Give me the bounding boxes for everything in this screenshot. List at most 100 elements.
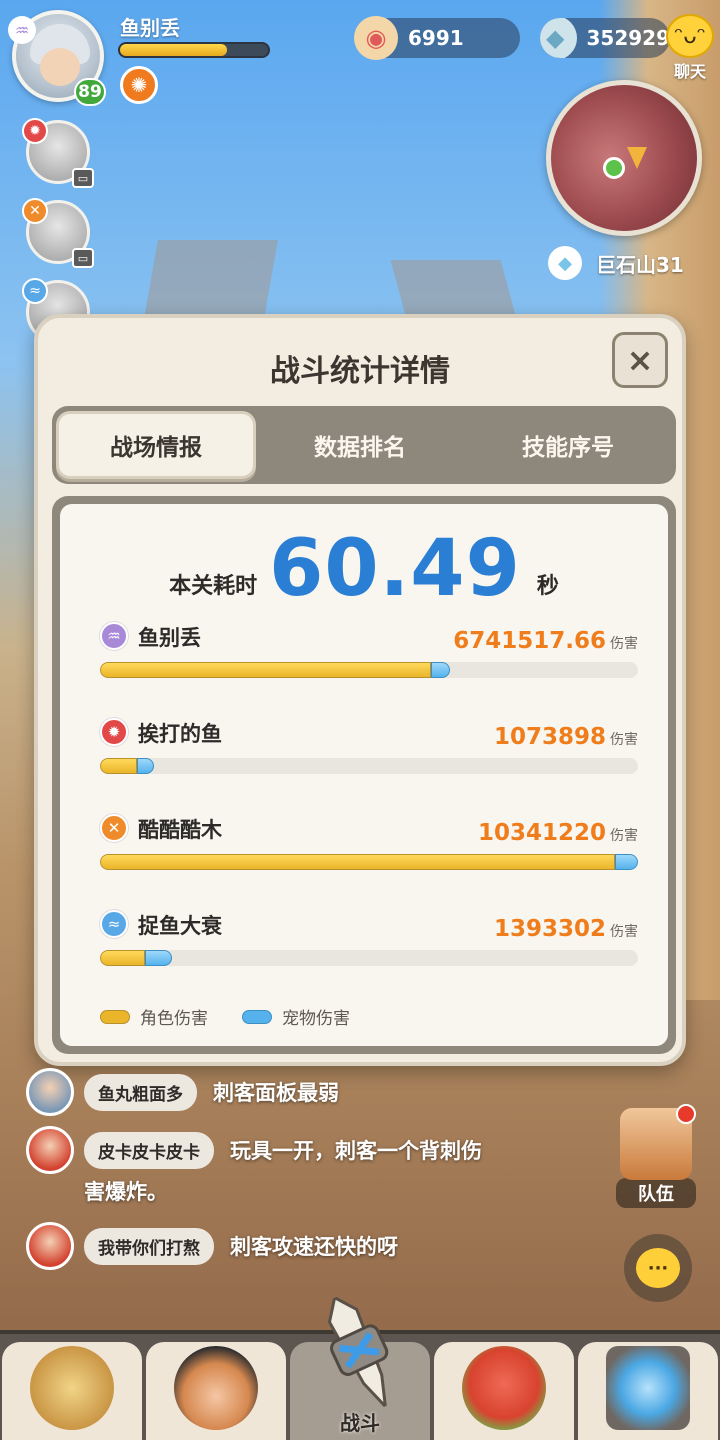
character-damage-fill [100, 758, 137, 774]
chat-avatar[interactable] [26, 1222, 74, 1270]
battle-stats-modal: 战斗统计详情 × 战场情报 数据排名 技能序号 本关耗时 60.49 秒 ♒ 鱼… [34, 314, 686, 1066]
damage-bar [100, 854, 638, 870]
water-wave-icon: ≈ [22, 278, 48, 304]
chat-face-icon: ᵔᴗᵔ [666, 14, 714, 58]
pet-damage-fill [144, 950, 172, 966]
legend-swatch-character [100, 1009, 130, 1024]
player-row-name: 挨打的鱼 [138, 722, 222, 746]
pet-damage-fill [136, 758, 155, 774]
chat-sender-tag[interactable]: 鱼丸粗面多 [84, 1073, 197, 1111]
tab-battlefield-intel[interactable]: 战场情报 [56, 411, 256, 479]
teammate-screen-icon: ▭ [72, 248, 94, 268]
damage-bar [100, 950, 638, 966]
time-value: 60.49 [269, 524, 521, 614]
nav-item-battle[interactable]: 战斗 [290, 1295, 430, 1440]
damage-unit: 伤害 [610, 924, 638, 940]
player-hp-fill [120, 44, 227, 56]
player-row-damage: 10341220 [477, 820, 606, 846]
legend-pet-damage: 宠物伤害 [282, 1009, 350, 1029]
nav-label-battle: 战斗 [340, 1411, 380, 1435]
player-row-damage: 1393302 [493, 916, 606, 942]
chat-message: 我带你们打熬 刺客攻速还快的呀 [26, 1222, 398, 1270]
hero-face-icon [174, 1346, 258, 1430]
chat-text: 刺客面板最弱 [213, 1081, 339, 1105]
battle-sword-icon [303, 1283, 417, 1421]
player-damage-row: ≈ 捉鱼大衰 1393302 伤害 [100, 910, 638, 974]
damage-unit: 伤害 [610, 828, 638, 844]
time-unit: 秒 [536, 574, 559, 599]
chat-message: 鱼丸粗面多 刺客面板最弱 [26, 1068, 339, 1116]
player-row-name: 酷酷酷木 [138, 818, 222, 842]
chat-float-button[interactable]: ··· [624, 1234, 692, 1302]
player-level-badge: 89 [74, 78, 106, 106]
shell-gem-icon: ◆ [540, 18, 577, 58]
tab-skill-order[interactable]: 技能序号 [464, 411, 672, 479]
minimap[interactable] [546, 80, 702, 236]
pet-dino-icon [462, 1346, 546, 1430]
minimap-direction-arrow [627, 147, 647, 169]
character-damage-fill [100, 662, 431, 678]
wind-swirl-icon: ♒ [8, 16, 36, 44]
player-row-name: 鱼别丢 [138, 626, 201, 650]
player-hp-bar [118, 42, 270, 58]
modal-title: 战斗统计详情 [270, 354, 450, 389]
bottom-nav: 战斗 [0, 1295, 720, 1440]
wind-swirl-icon: ♒ [100, 622, 128, 650]
nav-item-character[interactable] [2, 1342, 142, 1440]
character-damage-fill [100, 854, 615, 870]
chat-text: 玩具一开，刺客一个背刺伤 [230, 1139, 482, 1163]
player-row-damage: 6741517.66 [453, 628, 606, 654]
notification-dot [676, 1104, 696, 1124]
damage-bar [100, 758, 638, 774]
legend-swatch-pet [242, 1009, 272, 1024]
modal-tabs: 战场情报 数据排名 技能序号 [52, 406, 676, 484]
chat-avatar[interactable] [26, 1068, 74, 1116]
chat-button[interactable]: ᵔᴗᵔ 聊天 [662, 14, 718, 82]
player-damage-row: ♒ 鱼别丢 6741517.66 伤害 [100, 622, 638, 686]
chat-message: 皮卡皮卡皮卡 玩具一开，刺客一个背刺伤 [26, 1126, 482, 1174]
chat-text-continued: 害爆炸。 [84, 1180, 168, 1204]
portal-icon [606, 1346, 690, 1430]
currency-pearl[interactable]: ◉ 6991 [354, 16, 520, 60]
stage-time: 本关耗时 60.49 秒 [60, 530, 668, 608]
player-name: 鱼别丢 [120, 16, 180, 40]
stats-panel: 本关耗时 60.49 秒 ♒ 鱼别丢 6741517.66 伤害 ✹ 挨打的鱼 1… [52, 496, 676, 1054]
character-helmet-icon [30, 1346, 114, 1430]
location-label: ◆ 巨石山31 [548, 246, 684, 280]
damage-unit: 伤害 [610, 732, 638, 748]
fire-icon: ✹ [22, 118, 48, 144]
buff-icon[interactable]: ✺ [120, 66, 158, 104]
player-row-name: 捉鱼大衰 [138, 914, 222, 938]
chat-avatar[interactable] [26, 1126, 74, 1174]
nav-item-portal[interactable] [578, 1342, 718, 1440]
tab-data-ranking[interactable]: 数据排名 [256, 411, 464, 479]
fire-icon: ✹ [100, 718, 128, 746]
pet-damage-fill [614, 854, 638, 870]
character-damage-fill [100, 950, 145, 966]
legend-character-damage: 角色伤害 [140, 1009, 208, 1029]
nav-item-pet[interactable] [434, 1342, 574, 1440]
team-button[interactable]: 队伍 [616, 1104, 696, 1208]
time-label: 本关耗时 [169, 574, 258, 599]
close-button[interactable]: × [612, 332, 668, 388]
chat-bubble-icon: ··· [636, 1248, 680, 1288]
chat-button-label: 聊天 [673, 62, 706, 81]
team-button-label: 队伍 [616, 1178, 696, 1208]
minimap-player-marker [603, 157, 625, 179]
currency-gem[interactable]: ◆ 352929 [540, 18, 670, 58]
sword-cross-icon: ✕ [22, 198, 48, 224]
location-name: 巨石山31 [596, 252, 684, 277]
currency-pearl-value: 6991 [408, 26, 464, 50]
close-icon: × [626, 341, 654, 379]
damage-unit: 伤害 [610, 636, 638, 652]
nav-item-hero[interactable] [146, 1342, 286, 1440]
damage-legend: 角色伤害 宠物伤害 [100, 1004, 384, 1029]
team-icon [620, 1104, 696, 1180]
player-damage-row: ✕ 酷酷酷木 10341220 伤害 [100, 814, 638, 878]
chat-text: 刺客攻速还快的呀 [230, 1235, 398, 1259]
chat-sender-tag[interactable]: 我带你们打熬 [84, 1227, 214, 1265]
chat-sender-tag[interactable]: 皮卡皮卡皮卡 [84, 1131, 214, 1169]
player-row-damage: 1073898 [493, 724, 606, 750]
location-shell-icon: ◆ [548, 246, 582, 280]
water-wave-icon: ≈ [100, 910, 128, 938]
